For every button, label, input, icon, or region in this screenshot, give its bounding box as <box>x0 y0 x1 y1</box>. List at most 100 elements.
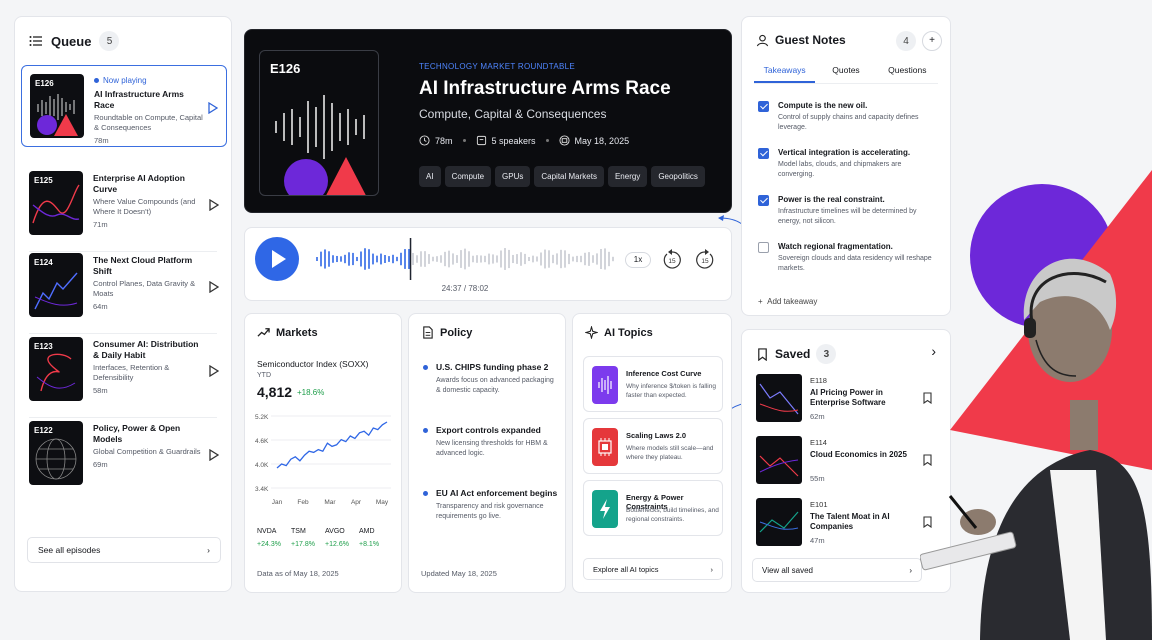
see-all-episodes-button[interactable]: See all episodes › <box>27 537 221 563</box>
saved-code: E114 <box>810 438 827 447</box>
tab-questions[interactable]: Questions <box>877 65 938 83</box>
takeaway-checkbox[interactable] <box>758 195 769 206</box>
topics-title: AI Topics <box>604 326 653 339</box>
tag-chip[interactable]: Geopolitics <box>651 166 705 187</box>
explore-topics-button[interactable]: Explore all AI topics › <box>583 558 723 580</box>
takeaway-checkbox[interactable] <box>758 148 769 159</box>
episode-thumbnail: E126 <box>30 74 84 138</box>
policy-item[interactable]: U.S. CHIPS funding phase 2 Awards focus … <box>423 362 559 396</box>
ticker-grid: NVDA TSM AVGO AMD +24.3% +17.8% +12.6% +… <box>257 528 393 548</box>
trend-up-icon <box>257 328 270 337</box>
takeaway-item: Vertical integration is accelerating. Mo… <box>758 148 938 180</box>
tag-chip[interactable]: Capital Markets <box>534 166 604 187</box>
queue-episode-e124[interactable]: E124 The Next Cloud Platform Shift Contr… <box>21 245 227 327</box>
episode-code: E124 <box>34 258 53 267</box>
topics-header: AI Topics <box>585 326 653 339</box>
notes-header: Guest Notes <box>756 33 846 47</box>
episode-code: E126 <box>35 79 54 88</box>
queue-episode-e123[interactable]: E123 Consumer AI: Distribution & Daily H… <box>21 329 227 411</box>
now-playing-label: Now playing <box>94 76 206 85</box>
tab-quotes[interactable]: Quotes <box>815 65 876 83</box>
queue-episode-e125[interactable]: E125 Enterprise AI Adoption Curve Where … <box>21 163 227 245</box>
play-icon[interactable] <box>209 449 219 461</box>
skip-back-15-icon[interactable]: 15 <box>661 249 683 271</box>
saved-item[interactable]: E118 AI Pricing Power in Enterprise Soft… <box>756 374 946 424</box>
policy-item[interactable]: Export controls expanded New licensing t… <box>423 425 559 459</box>
data-as-of: Data as of May 18, 2025 <box>257 569 339 578</box>
x-tick-label: Jan <box>272 499 283 506</box>
plus-icon: + <box>758 297 768 306</box>
policy-item[interactable]: EU AI Act enforcement begins Transparenc… <box>423 488 559 522</box>
user-icon <box>756 34 769 46</box>
add-takeaway-label: Add takeaway <box>767 297 818 306</box>
tag-chip[interactable]: Compute <box>444 166 492 187</box>
tag-chip[interactable]: AI <box>419 166 441 187</box>
tag-chip[interactable]: Energy <box>607 166 648 187</box>
explore-label: Explore all AI topics <box>593 564 659 574</box>
index-series-line <box>276 421 388 469</box>
calendar-icon <box>559 135 570 146</box>
hero-episode-code: E126 <box>270 61 301 76</box>
queue-episode-e122[interactable]: E122 Policy, Power & Open Models Global … <box>21 413 227 495</box>
ai-topics-card: AI Topics Inference Cost Curve Why infer… <box>572 313 732 593</box>
queue-count-badge: 5 <box>99 31 120 51</box>
topic-energy-power[interactable]: Energy & Power Constraints Bottlenecks, … <box>583 480 723 536</box>
episode-title: Consumer AI: Distribution & Daily Habit <box>93 339 199 360</box>
play-icon[interactable] <box>209 199 219 211</box>
x-tick-label: Apr <box>351 499 362 506</box>
episode-subtitle: Control Planes, Data Gravity & Moats <box>93 279 196 298</box>
add-takeaway-button[interactable]: + Add takeaway <box>758 297 817 306</box>
plus-icon: + <box>929 35 935 46</box>
chevron-right-icon: › <box>710 564 714 574</box>
skip-back-label: 15 <box>668 258 676 265</box>
takeaway-checkbox[interactable] <box>758 101 769 112</box>
saved-item[interactable]: E114 Cloud Economics in 2025 55m <box>756 436 946 486</box>
saved-thumbnail <box>756 498 802 546</box>
episode-title: Policy, Power & Open Models <box>93 423 181 444</box>
queue-header: Queue 5 <box>29 31 217 51</box>
play-button[interactable] <box>255 237 299 281</box>
x-tick-label: Mar <box>324 499 336 506</box>
takeaway-checkbox[interactable] <box>758 242 769 253</box>
document-icon <box>423 326 433 339</box>
topic-inference-cost[interactable]: Inference Cost Curve Why inference $/tok… <box>583 356 723 412</box>
play-icon[interactable] <box>209 365 219 377</box>
takeaway-item: Power is the real constraint. Infrastruc… <box>758 195 938 227</box>
topic-desc: Bottlenecks, build timelines, and region… <box>626 507 719 523</box>
view-all-saved-button[interactable]: View all saved › <box>752 558 922 582</box>
index-line-chart: 5.2K 4.6K 4.0K 3.4K Jan Feb Mar Apr May <box>255 414 391 506</box>
add-note-button[interactable]: + <box>922 31 942 51</box>
waveform-icon <box>592 366 618 404</box>
takeaway-desc: Infrastructure timelines will be determi… <box>778 208 917 225</box>
takeaway-desc: Control of supply chains and capacity de… <box>778 114 919 131</box>
episode-thumbnail: E123 <box>29 337 83 401</box>
play-icon[interactable] <box>209 281 219 293</box>
tab-takeaways[interactable]: Takeaways <box>754 65 816 83</box>
skip-forward-label: 15 <box>701 258 709 265</box>
playback-speed-button[interactable]: 1x <box>625 252 651 268</box>
y-tick-label: 5.2K <box>255 414 269 421</box>
chip-icon <box>592 428 618 466</box>
topic-scaling-laws[interactable]: Scaling Laws 2.0 Where models still scal… <box>583 418 723 474</box>
view-all-label: View all saved <box>762 565 813 575</box>
takeaway-title: Vertical integration is accelerating. <box>778 148 911 157</box>
saved-code: E118 <box>810 376 827 385</box>
takeaway-item: Watch regional fragmentation. Sovereign … <box>758 242 938 274</box>
policy-item-title: EU AI Act enforcement begins <box>423 488 559 498</box>
tag-chip[interactable]: GPUs <box>495 166 531 187</box>
ticker-symbol: AMD <box>359 528 375 535</box>
topic-title: Inference Cost Curve <box>626 369 702 378</box>
ticker-change: +8.1% <box>359 541 380 548</box>
takeaway-title: Compute is the new oil. <box>778 101 868 110</box>
show-kicker: TECHNOLOGY MARKET ROUNDTABLE <box>419 62 575 71</box>
episode-subtitle: Global Competition & Guardrails <box>93 447 201 456</box>
episode-title: The Next Cloud Platform Shift <box>93 255 193 276</box>
saved-item[interactable]: E101 The Talent Moat in AI Companies 47m <box>756 498 946 548</box>
queue-episode-e126[interactable]: E126 Now playing AI Infrastructure Arms … <box>21 65 227 147</box>
notes-tabs: Takeaways Quotes Questions <box>754 65 938 84</box>
skip-forward-15-icon[interactable]: 15 <box>694 249 716 271</box>
duration-text: 78m <box>435 135 453 146</box>
audio-waveform-scrubber[interactable] <box>315 238 615 280</box>
sparkle-icon <box>585 326 598 339</box>
play-icon[interactable] <box>208 102 218 114</box>
